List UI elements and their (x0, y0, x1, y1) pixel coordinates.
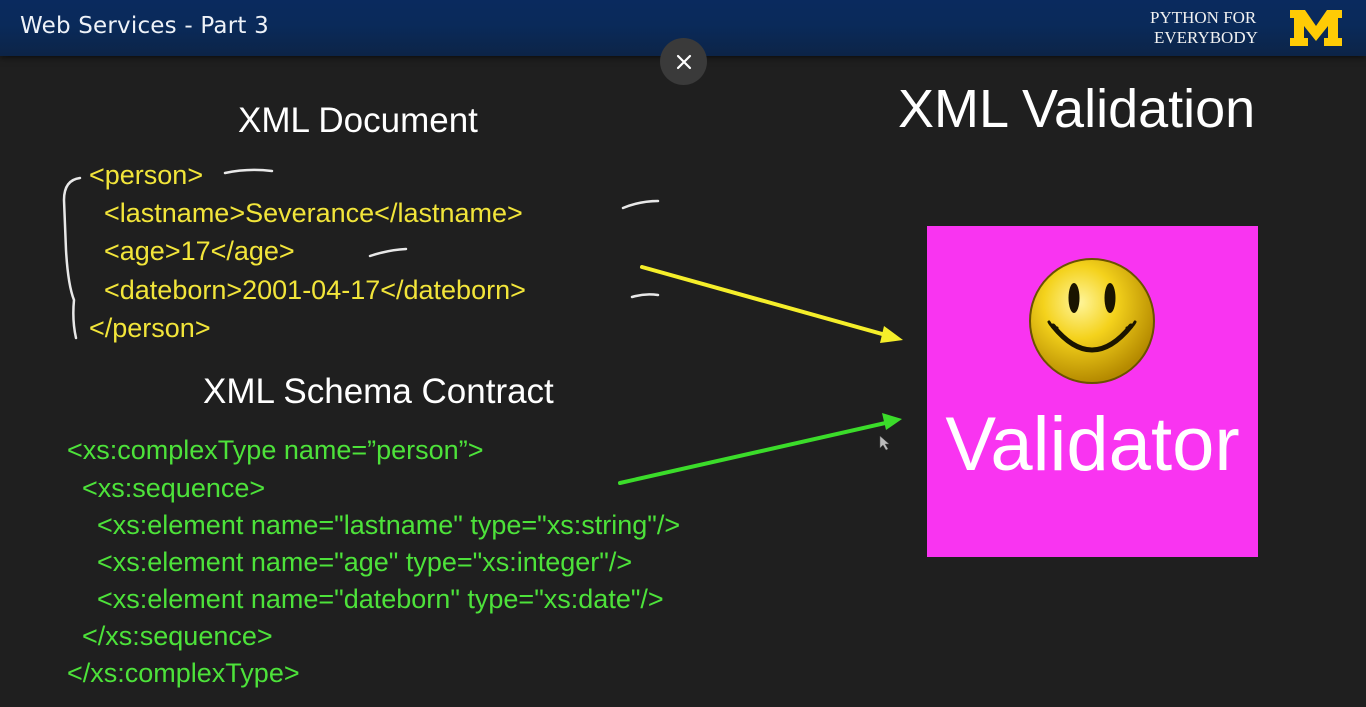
brand-line-2: EVERYBODY (1154, 28, 1258, 47)
lecture-title: Web Services - Part 3 (20, 13, 269, 39)
handwritten-brace (62, 176, 82, 340)
green-arrow-head (882, 413, 902, 430)
schema-code-line: <xs:complexType name=”person”> (67, 435, 484, 465)
xml-code-line: <lastname>Severance</lastname> (89, 198, 523, 228)
brand-line-1: PYTHON FOR (1150, 8, 1257, 27)
yellow-arrow-head (880, 326, 903, 343)
validator-label: Validator (945, 402, 1240, 487)
handwritten-dash (223, 168, 274, 175)
smiley-face-icon (1029, 258, 1155, 384)
video-frame: Web Services - Part 3 PYTHON FOR EVERYBO… (0, 0, 1366, 707)
close-button[interactable] (660, 38, 707, 85)
handwritten-dash (368, 247, 408, 258)
xml-code-line: <age>17</age> (89, 236, 295, 266)
schema-code-line: <xs:element name="lastname" type="xs:str… (67, 510, 681, 540)
schema-code-line: </xs:complexType> (67, 658, 300, 688)
xml-code-line: <dateborn>2001-04-17</dateborn> (89, 275, 526, 305)
handwritten-dash (630, 293, 660, 299)
slide-title: XML Validation (898, 79, 1256, 139)
handwritten-dash (621, 199, 660, 210)
schema-code-line: </xs:sequence> (67, 621, 273, 651)
brand-wordmark: PYTHON FOR EVERYBODY (1150, 8, 1270, 48)
xml-document-heading: XML Document (238, 101, 478, 140)
schema-code-line: <xs:sequence> (67, 473, 266, 503)
xml-code-line: <person> (89, 160, 204, 190)
schema-code-line: <xs:element name="age" type="xs:integer"… (67, 547, 633, 577)
xml-code-line: </person> (89, 313, 211, 343)
close-icon (676, 54, 691, 69)
yellow-arrow (640, 265, 895, 339)
schema-code-line: <xs:element name="dateborn" type="xs:dat… (67, 584, 664, 614)
validator-box: Validator (927, 226, 1258, 557)
block-m-logo-icon (1290, 10, 1342, 46)
schema-contract-heading: XML Schema Contract (203, 372, 554, 411)
green-arrow (618, 420, 892, 485)
mouse-cursor-icon (879, 435, 890, 451)
